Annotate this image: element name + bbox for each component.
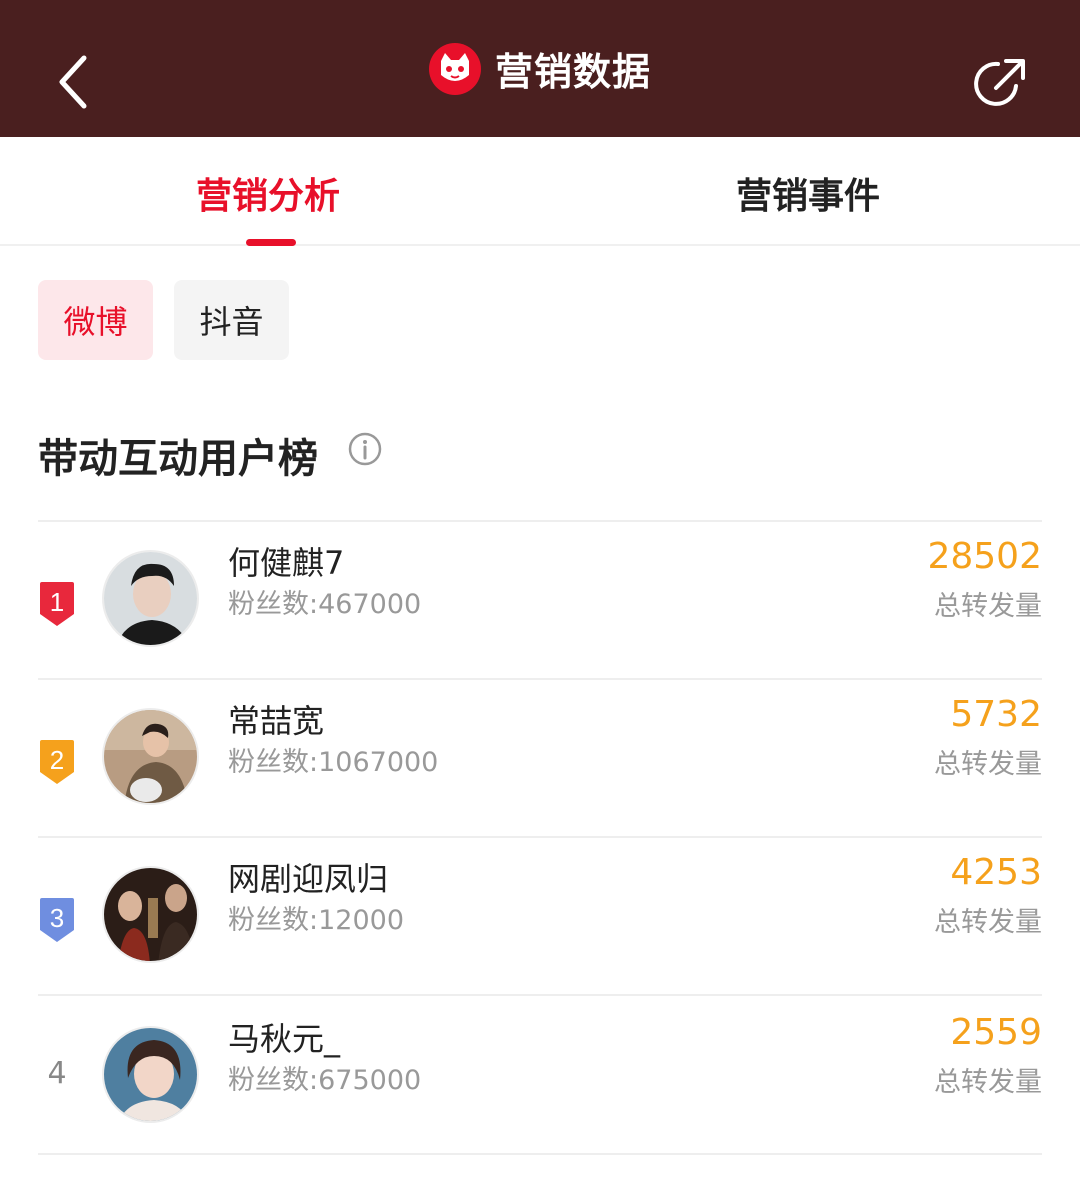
rank-3-badge: 3	[40, 898, 74, 942]
share-button[interactable]	[972, 56, 1028, 112]
total-reposts-value: 2559	[950, 1012, 1042, 1053]
active-tab-indicator	[246, 239, 296, 246]
rank-1-badge: 1	[40, 582, 74, 626]
total-reposts-value: 5732	[950, 694, 1042, 735]
fans-count: 粉丝数:12000	[228, 905, 405, 936]
total-reposts-value: 4253	[950, 852, 1042, 893]
svg-text:2: 2	[50, 745, 64, 775]
total-reposts-label: 总转发量	[934, 1067, 1042, 1098]
list-item[interactable]: 1 何健麒7 粉丝数:467000 28502 总转发量	[0, 536, 1080, 708]
rank-2-badge: 2	[40, 740, 74, 784]
tab-marketing-analysis[interactable]: 营销分析	[196, 167, 340, 219]
user-name: 网剧迎凤归	[228, 860, 389, 898]
avatar[interactable]	[102, 708, 199, 805]
divider	[38, 836, 1042, 838]
divider	[38, 1153, 1042, 1155]
total-reposts-label: 总转发量	[934, 907, 1042, 938]
cat-logo-icon	[428, 42, 481, 95]
total-reposts-value: 28502	[927, 536, 1042, 577]
tab-bar: 营销分析 营销事件	[0, 137, 1080, 246]
fans-count: 粉丝数:467000	[228, 589, 422, 620]
total-reposts-label: 总转发量	[934, 591, 1042, 622]
fans-count: 粉丝数:675000	[228, 1065, 422, 1096]
chip-douyin[interactable]: 抖音	[174, 280, 289, 360]
divider	[38, 994, 1042, 996]
top-bar: 营销数据	[0, 0, 1080, 137]
list-item[interactable]: 4 马秋元_ 粉丝数:675000 2559 总转发量	[0, 1012, 1080, 1184]
share-icon	[974, 59, 1025, 106]
page-title: 营销数据	[494, 50, 651, 94]
user-name: 常喆宽	[228, 702, 325, 740]
avatar[interactable]	[102, 550, 199, 647]
section-title: 带动互动用户榜	[38, 436, 318, 482]
back-button[interactable]	[50, 50, 100, 114]
chevron-left-icon	[59, 55, 87, 109]
tab-marketing-events[interactable]: 营销事件	[736, 167, 880, 219]
divider	[38, 520, 1042, 522]
avatar[interactable]	[102, 866, 199, 963]
user-name: 马秋元_	[228, 1020, 341, 1058]
fans-count: 粉丝数:1067000	[228, 747, 439, 778]
info-icon[interactable]	[348, 432, 382, 466]
user-name: 何健麒7	[228, 544, 345, 582]
list-item[interactable]: 2 常喆宽 粉丝数:1067000 5732 总转发量	[0, 694, 1080, 866]
total-reposts-label: 总转发量	[934, 749, 1042, 780]
list-item[interactable]: 3 网剧迎凤归 粉丝数:12000 4253 总转发量	[0, 852, 1080, 1024]
chip-weibo[interactable]: 微博	[38, 280, 153, 360]
divider	[38, 678, 1042, 680]
rank-number: 4	[47, 1056, 67, 1091]
avatar[interactable]	[102, 1026, 199, 1123]
svg-text:3: 3	[50, 903, 64, 933]
svg-text:1: 1	[50, 587, 64, 617]
